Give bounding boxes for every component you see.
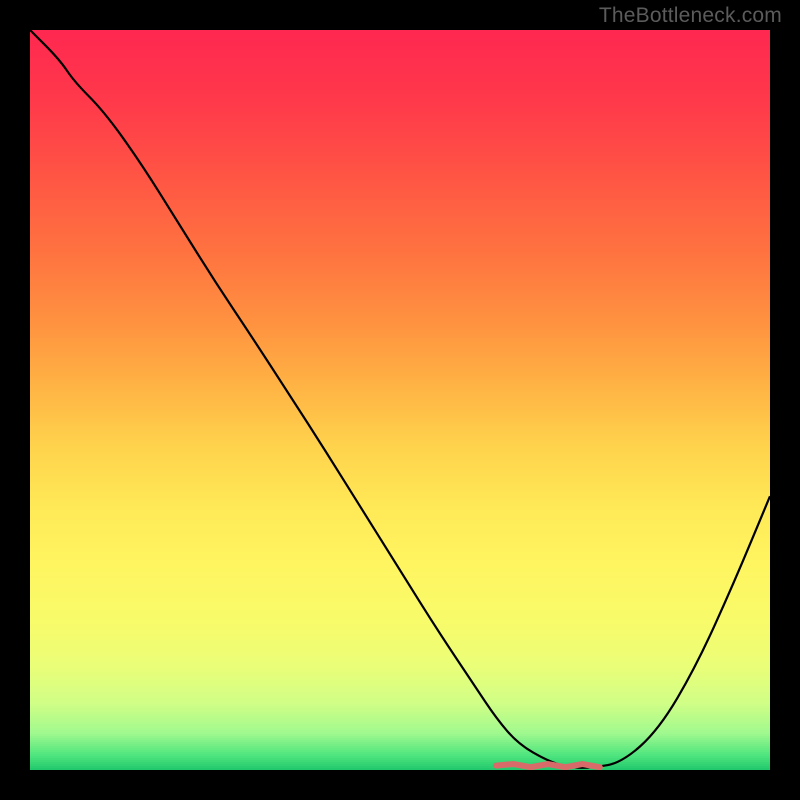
chart-frame: TheBottleneck.com (0, 0, 800, 800)
watermark-text: TheBottleneck.com (599, 4, 782, 28)
optimal-zone-accent (496, 764, 600, 767)
curve-path (30, 30, 770, 768)
plot-area (30, 30, 770, 770)
bottleneck-curve (30, 30, 770, 770)
